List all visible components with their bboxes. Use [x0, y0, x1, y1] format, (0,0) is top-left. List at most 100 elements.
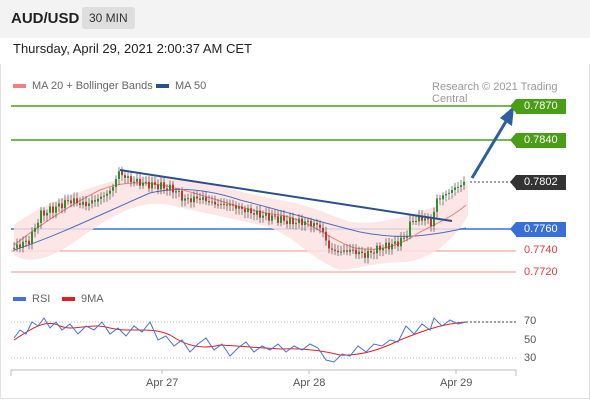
candle-body: [412, 221, 414, 223]
candle-body: [130, 176, 132, 182]
candle-body: [376, 245, 378, 254]
candle-body: [382, 248, 384, 251]
candle-body: [112, 187, 114, 191]
candle-body: [178, 190, 180, 192]
candle-body: [310, 220, 312, 227]
candle-body: [247, 208, 249, 213]
candle-body: [148, 181, 150, 189]
candle-body: [157, 184, 159, 190]
candle-body: [52, 206, 54, 213]
candle-body: [262, 215, 264, 218]
candle-body: [46, 212, 48, 216]
candle-body: [304, 221, 306, 226]
candle-body: [223, 203, 225, 205]
candle-body: [409, 221, 411, 237]
candle-body: [361, 251, 363, 254]
candle-body: [295, 223, 297, 225]
candle-body: [151, 182, 153, 189]
candle-body: [226, 204, 228, 206]
candle-body: [133, 181, 135, 183]
candle-body: [34, 227, 36, 232]
legend-9ma: 9MA: [62, 293, 104, 305]
candle-body: [22, 241, 24, 249]
candle-body: [193, 196, 195, 203]
price-chart: [10, 105, 517, 376]
level-tag-r2: 0.7870: [510, 99, 566, 114]
candle-body: [277, 216, 279, 223]
candle-body: [49, 206, 51, 213]
candle-body: [124, 175, 126, 178]
candle-body: [184, 198, 186, 201]
candle-body: [385, 242, 387, 249]
candle-body: [439, 198, 441, 200]
candle-body: [250, 208, 252, 214]
candle-body: [238, 206, 240, 209]
candle-body: [307, 220, 309, 222]
candle-body: [370, 250, 372, 253]
x-label-apr29: Apr 29: [440, 377, 473, 389]
candle-body: [172, 184, 174, 193]
candle-body: [430, 218, 432, 227]
candle-body: [292, 218, 294, 225]
legend-9ma-label: 9MA: [81, 293, 104, 305]
candle-body: [352, 249, 354, 251]
candle-body: [391, 243, 393, 250]
candle-body: [103, 195, 105, 197]
candle-body: [346, 250, 348, 252]
candle-body: [271, 215, 273, 221]
candle-body: [406, 236, 408, 238]
rsi-level-50: 50: [524, 334, 537, 346]
candle-body: [436, 198, 438, 212]
candle-body: [28, 240, 30, 244]
candle-body: [367, 250, 369, 258]
candle-body: [37, 222, 39, 228]
candle-body: [214, 201, 216, 205]
candle-body: [166, 188, 168, 190]
candle-body: [253, 213, 255, 215]
rsi-swatch: [13, 297, 26, 301]
candle-body: [13, 247, 15, 249]
candle-body: [313, 222, 315, 227]
candle-body: [43, 210, 45, 216]
candle-body: [415, 221, 417, 223]
candle-body: [70, 200, 72, 204]
candle-body: [298, 218, 300, 224]
candle-body: [379, 245, 381, 251]
candle-body: [403, 237, 405, 239]
candle-body: [97, 198, 99, 202]
candle-body: [325, 231, 327, 241]
candle-body: [301, 218, 303, 226]
candle-body: [289, 218, 291, 225]
candle-body: [280, 216, 282, 223]
candle-body: [460, 185, 462, 187]
candle-body: [154, 182, 156, 185]
projection-arrow-shaft: [470, 117, 510, 179]
x-label-apr28: Apr 28: [293, 377, 326, 389]
candle-body: [283, 216, 285, 221]
candle-body: [85, 201, 87, 207]
candle-body: [259, 210, 261, 218]
candle-body: [64, 200, 66, 209]
candle-body: [79, 203, 81, 205]
candle-body: [139, 179, 141, 186]
candle-body: [220, 203, 222, 205]
candle-body: [241, 206, 243, 209]
candle-body: [334, 249, 336, 251]
candle-body: [142, 182, 144, 186]
candle-body: [217, 204, 219, 206]
candle-body: [118, 171, 120, 180]
candle-body: [202, 197, 204, 200]
candle-body: [343, 250, 345, 252]
candle-body: [229, 204, 231, 206]
legend-rsi: RSI: [13, 293, 50, 305]
level-tag-s1: 0.7740: [524, 244, 558, 256]
candle-body: [394, 241, 396, 244]
candle-body: [82, 201, 84, 205]
rsi-line: [13, 317, 467, 363]
candle-body: [337, 250, 339, 253]
legend-rsi-label: RSI: [32, 293, 51, 305]
rsi-ma-line: [13, 321, 467, 356]
candle-body: [358, 251, 360, 255]
candle-body: [319, 224, 321, 228]
candle-body: [265, 213, 267, 216]
